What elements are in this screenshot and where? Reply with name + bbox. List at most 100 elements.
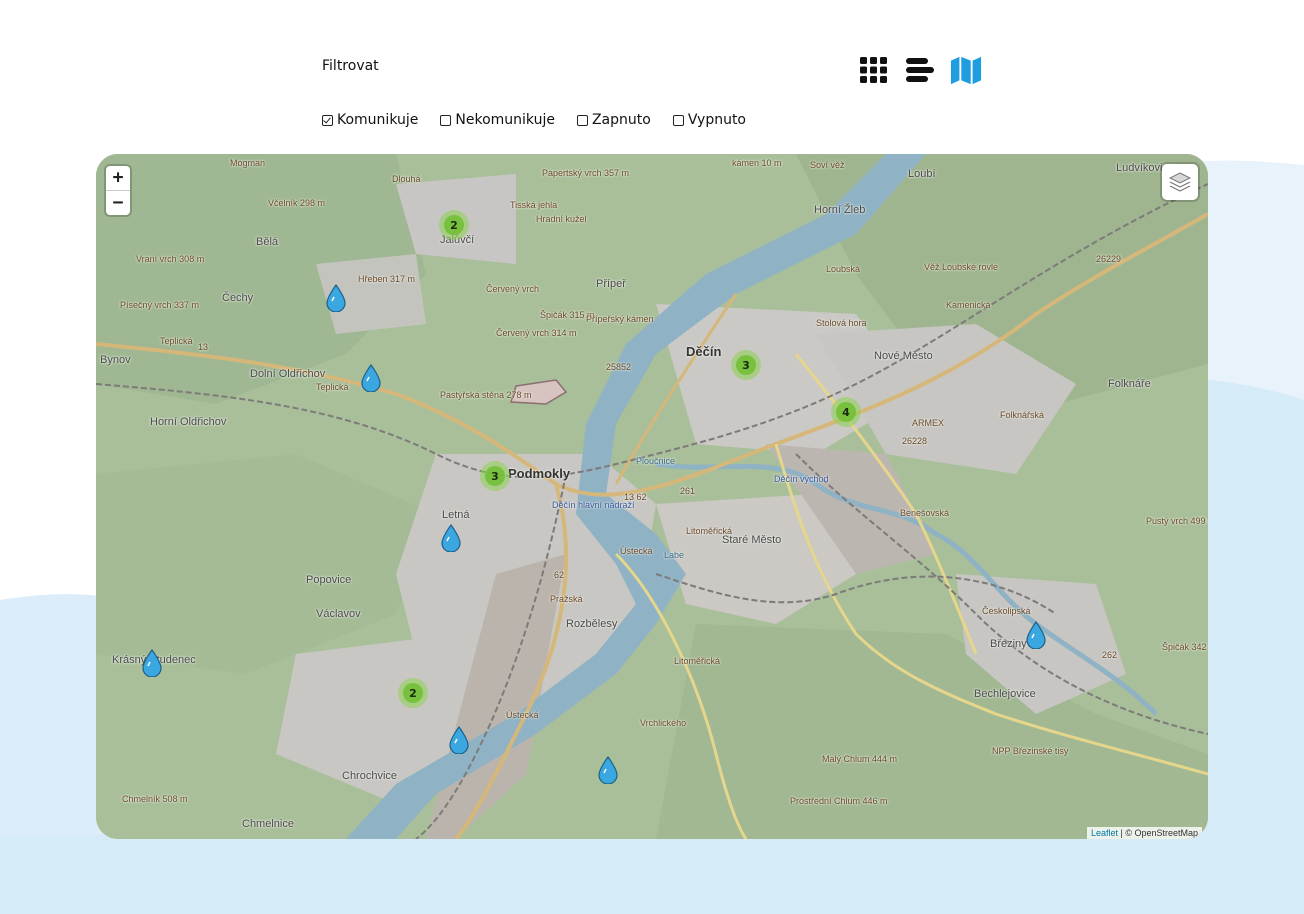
road-label: 25852	[606, 362, 632, 372]
filter-label: Komunikuje	[337, 112, 419, 128]
cluster-count: 2	[444, 215, 464, 235]
road-label: Ústecká	[620, 546, 653, 556]
zoom-in-button[interactable]: +	[106, 166, 130, 191]
layers-button[interactable]	[1162, 164, 1198, 200]
place-label: Nové Město	[874, 350, 933, 362]
place-label: Písečný vrch 337 m	[120, 300, 200, 310]
view-switch	[858, 54, 982, 86]
place-label: Tisská jehla	[510, 200, 558, 210]
road-label: Vrchlického	[640, 718, 687, 728]
place-label: Děčín hlavní nádraží	[552, 500, 635, 510]
place-label: Červený vrch 314 m	[496, 328, 577, 338]
marker-cluster[interactable]: 4	[831, 397, 861, 427]
road-label: Litoměřická	[674, 656, 721, 666]
road-label: Litoměřická	[686, 526, 733, 536]
marker-cluster[interactable]: 2	[398, 678, 428, 708]
road-label: Benešovská	[900, 508, 950, 518]
cluster-count: 2	[403, 683, 423, 703]
place-label: Přípeřský kámen	[586, 314, 654, 324]
place-label: Letná	[442, 509, 470, 521]
place-label: Dolní Oldřichov	[250, 368, 326, 380]
road-label: 262	[1102, 650, 1118, 660]
place-label: Rozbělesy	[566, 618, 618, 630]
checkbox-nekomunikuje[interactable]	[440, 114, 452, 126]
marker-cluster[interactable]: 3	[731, 350, 761, 380]
leaflet-link[interactable]: Leaflet	[1091, 828, 1118, 838]
place-label: Stolová hora	[816, 318, 867, 328]
zoom-out-button[interactable]: −	[106, 191, 130, 215]
water-drop-marker-icon[interactable]	[440, 524, 462, 552]
place-label: Folknáře	[1108, 378, 1151, 390]
marker-cluster[interactable]: 3	[480, 461, 510, 491]
water-label: Ploučnice	[636, 456, 676, 466]
place-label: Hradní kužel	[536, 214, 587, 224]
checkbox-vypnuto[interactable]	[672, 114, 684, 126]
road-label: 13	[198, 342, 209, 352]
cluster-count: 3	[485, 466, 505, 486]
map-view-icon	[950, 56, 982, 85]
filter-label: Nekomunikuje	[455, 112, 555, 128]
road-label: Pražská	[550, 594, 583, 604]
place-label: Včelník 298 m	[268, 198, 326, 208]
road-label: Teplická	[316, 382, 349, 392]
place-label: Věž Loubské rovle	[924, 262, 999, 272]
place-label: Horní Žleb	[814, 204, 866, 216]
place-label: Václavov	[316, 608, 361, 620]
osm-attribution: | © OpenStreetMap	[1120, 828, 1198, 838]
place-label: Vraní vrch 308 m	[136, 254, 205, 264]
map-container[interactable]: Děčín Podmokly Letná Staré Město Nové Mě…	[96, 154, 1208, 839]
place-label: kámen 10 m	[732, 158, 782, 168]
water-drop-marker-icon[interactable]	[141, 649, 163, 677]
cluster-count: 4	[836, 402, 856, 422]
road-label: Teplická	[160, 336, 193, 346]
place-label: Bynov	[100, 354, 131, 366]
marker-cluster[interactable]: 2	[439, 210, 469, 240]
place-label: Červený vrch	[486, 284, 540, 294]
road-label: Folknářská	[1000, 410, 1045, 420]
grid-view-icon	[860, 57, 887, 83]
water-drop-marker-icon[interactable]	[325, 284, 347, 312]
water-drop-marker-icon[interactable]	[448, 726, 470, 754]
list-view-icon	[906, 58, 934, 82]
road-label: Českolipská	[982, 606, 1031, 616]
water-label: Labe	[664, 550, 685, 560]
filter-title: Filtrovat	[322, 58, 379, 74]
checkbox-zapnuto[interactable]	[576, 114, 588, 126]
place-label: Pastýřská stěna 278 m	[440, 390, 532, 400]
place-label: Bělá	[256, 236, 279, 248]
place-label: Přípeř	[596, 278, 626, 290]
place-label: Loubí	[908, 168, 936, 180]
filter-nekomunikuje[interactable]: Nekomunikuje	[440, 112, 555, 128]
place-label: Březiny	[990, 638, 1027, 650]
filter-zapnuto[interactable]: Zapnuto	[576, 112, 651, 128]
list-view-button[interactable]	[904, 54, 936, 86]
place-label: Prostřední Chlum 446 m	[790, 796, 888, 806]
place-label: Chmelník 508 m	[122, 794, 188, 804]
filter-vypnuto[interactable]: Vypnuto	[672, 112, 747, 128]
filter-komunikuje[interactable]: Komunikuje	[322, 112, 418, 128]
road-label: Dlouhá	[392, 174, 421, 184]
road-label: 261	[680, 486, 696, 496]
place-label: Papertský vrch 357 m	[542, 168, 630, 178]
place-label: ARMEX	[912, 418, 945, 428]
map-view-button[interactable]	[950, 54, 982, 86]
grid-view-button[interactable]	[858, 54, 890, 86]
filter-options: Komunikuje Nekomunikuje Zapnuto Vypnuto	[322, 112, 746, 128]
place-label: Špičák 342 m	[1162, 642, 1208, 652]
water-drop-marker-icon[interactable]	[1025, 621, 1047, 649]
water-drop-marker-icon[interactable]	[597, 756, 619, 784]
place-label: Soví věž	[810, 160, 845, 170]
filter-label: Zapnuto	[591, 112, 651, 128]
place-label: Pustý vrch 499 m	[1146, 516, 1208, 526]
place-label: Bechlejovice	[974, 688, 1036, 700]
filter-label: Vypnuto	[687, 112, 747, 128]
road-label: 13 62	[624, 492, 647, 502]
place-label: Mogman	[230, 158, 266, 168]
place-label: Chrochvice	[342, 770, 398, 782]
checkbox-komunikuje[interactable]	[322, 114, 333, 126]
place-label: Horní Oldřichov	[150, 416, 227, 428]
map-tiles	[96, 154, 1208, 839]
road-label: Loubská	[826, 264, 861, 274]
water-drop-marker-icon[interactable]	[360, 364, 382, 392]
road-label: Ústecká	[506, 710, 539, 720]
